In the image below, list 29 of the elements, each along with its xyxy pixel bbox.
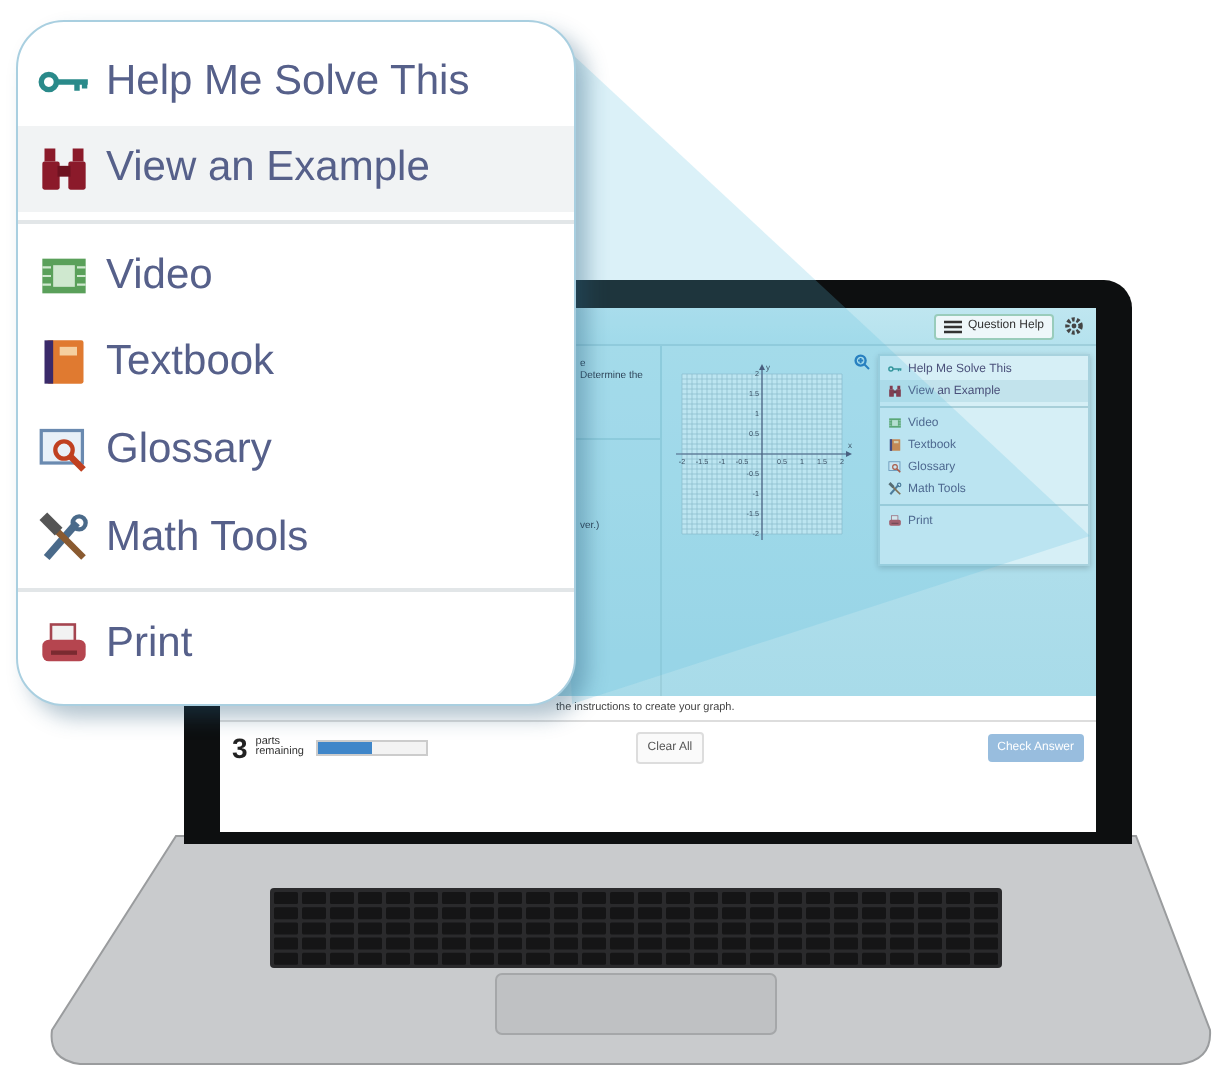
- printer-icon: [888, 514, 902, 528]
- parts-count: 3: [232, 732, 248, 764]
- film-icon: [888, 416, 902, 430]
- key-icon: [888, 362, 902, 376]
- menu-item[interactable]: Glossary: [18, 406, 574, 494]
- menu-item-label: Help Me Solve This: [106, 57, 470, 106]
- menu-item-label: Print: [106, 620, 193, 669]
- menu-item[interactable]: Video: [18, 232, 574, 320]
- menu-item[interactable]: Help Me Solve This: [18, 38, 574, 126]
- magnifier-page-icon: [38, 424, 90, 477]
- menu-item[interactable]: Math Tools: [18, 493, 574, 581]
- magnifier-page-icon: [888, 460, 902, 474]
- tools-icon: [888, 482, 902, 496]
- list-icon: [943, 319, 962, 333]
- book-icon: [888, 438, 902, 452]
- menu-item-label: Textbook: [106, 338, 275, 387]
- tools-icon: [38, 511, 90, 564]
- trackpad[interactable]: [495, 973, 777, 1035]
- settings-icon[interactable]: [1064, 316, 1084, 336]
- menu-item[interactable]: Textbook: [18, 319, 574, 407]
- graph-grid[interactable]: [681, 373, 843, 535]
- menu-item[interactable]: View an Example: [18, 125, 574, 213]
- menu-item-label: View an Example: [106, 144, 430, 193]
- menu-item-label: Glossary: [106, 426, 272, 475]
- menu-item-label: Video: [106, 251, 213, 300]
- binoculars-icon: [888, 384, 902, 398]
- menu-item[interactable]: Print: [18, 600, 574, 688]
- zoom-in-icon[interactable]: [854, 354, 870, 370]
- menu-item-label: Math Tools: [106, 513, 309, 562]
